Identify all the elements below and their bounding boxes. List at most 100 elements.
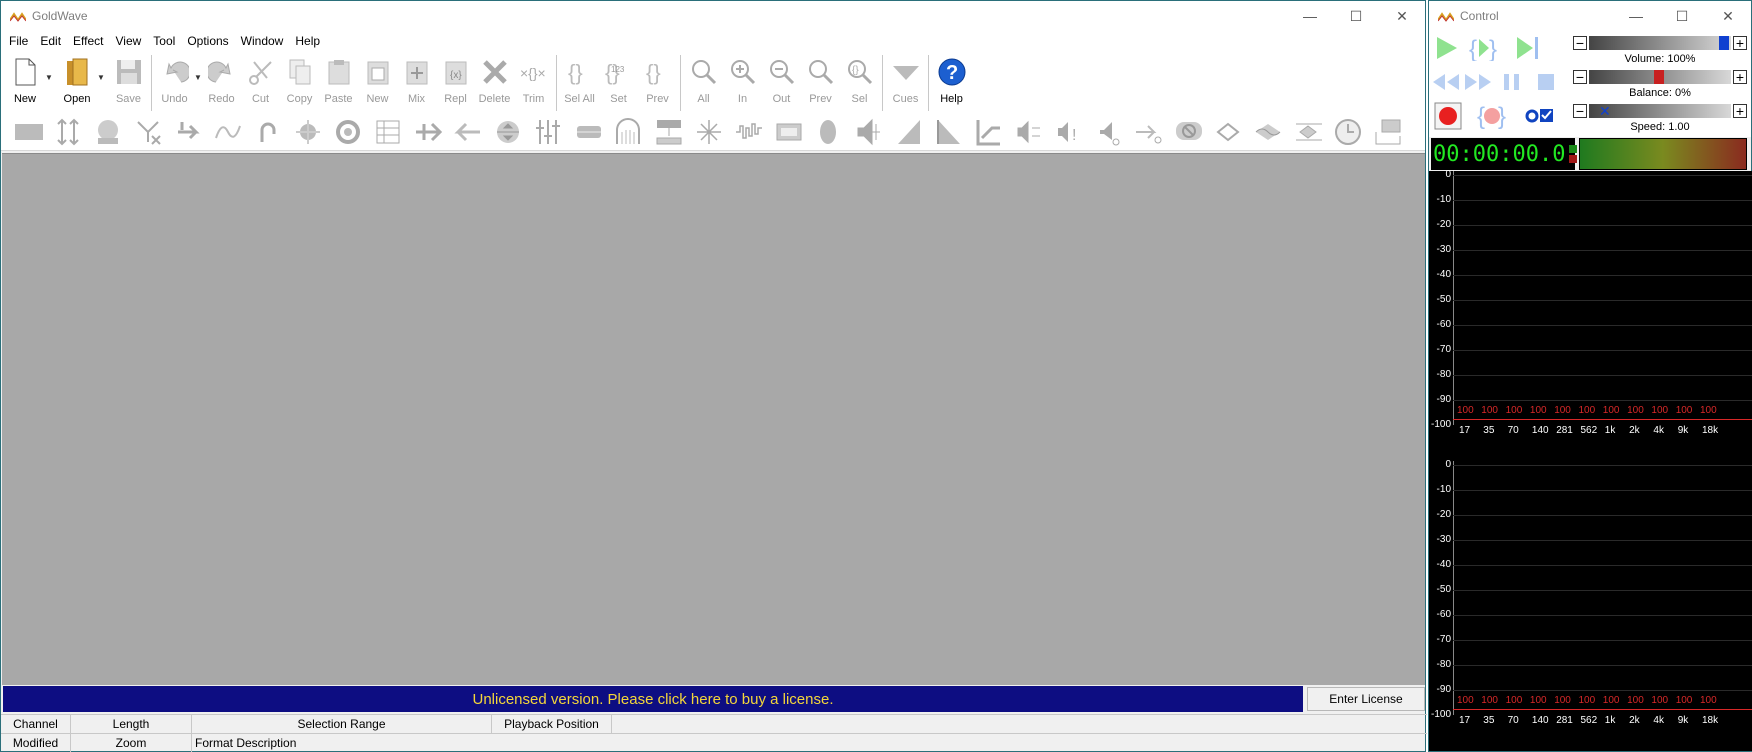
paste-new-button[interactable]: New — [358, 55, 397, 105]
minimize-button[interactable]: — — [1287, 1, 1333, 31]
cut-button[interactable]: Cut — [241, 55, 280, 105]
fast-forward-button[interactable] — [1463, 67, 1493, 97]
redo-button[interactable]: Redo — [202, 55, 241, 105]
undo-button[interactable]: Undo — [155, 55, 194, 105]
effect-27-icon[interactable]: ! — [1049, 115, 1089, 149]
select-all-button[interactable]: {} Sel All — [560, 55, 599, 105]
paste-button[interactable]: Paste — [319, 55, 358, 105]
effect-8-icon[interactable] — [289, 115, 329, 149]
effect-21-icon[interactable] — [809, 115, 849, 149]
play-button[interactable] — [1431, 33, 1461, 63]
effect-3-icon[interactable] — [89, 115, 129, 149]
balance-increase-button[interactable]: + — [1733, 70, 1747, 84]
effect-12-icon[interactable] — [449, 115, 489, 149]
trim-button[interactable]: ×{}× Trim — [514, 55, 553, 105]
stop-button[interactable] — [1531, 67, 1561, 97]
mix-button[interactable]: Mix — [397, 55, 436, 105]
enter-license-button[interactable]: Enter License — [1307, 687, 1425, 711]
effect-7-icon[interactable] — [249, 115, 289, 149]
speed-slider[interactable]: − ✕ + — [1573, 103, 1747, 119]
help-button[interactable]: ? Help — [932, 55, 971, 105]
save-button[interactable]: Save — [109, 55, 148, 105]
effect-26-icon[interactable] — [1009, 115, 1049, 149]
replace-button[interactable]: {x} Repl — [436, 55, 475, 105]
license-banner[interactable]: Unlicensed version. Please click here to… — [3, 686, 1303, 712]
effect-29-icon[interactable] — [1129, 115, 1169, 149]
volume-decrease-button[interactable]: − — [1573, 36, 1587, 50]
control-close-button[interactable]: ✕ — [1705, 1, 1751, 31]
effect-1-icon[interactable] — [9, 115, 49, 149]
play-to-end-button[interactable] — [1513, 33, 1543, 63]
control-titlebar[interactable]: Control — ☐ ✕ — [1429, 1, 1751, 31]
effect-13-icon[interactable] — [489, 115, 529, 149]
effect-17-icon[interactable] — [649, 115, 689, 149]
waveform-workspace[interactable] — [2, 153, 1425, 685]
effect-9-icon[interactable] — [329, 115, 369, 149]
control-maximize-button[interactable]: ☐ — [1659, 1, 1705, 31]
balance-thumb[interactable] — [1654, 70, 1664, 84]
zoom-all-button[interactable]: All — [684, 55, 723, 105]
volume-thumb[interactable] — [1719, 36, 1729, 50]
effect-32-icon[interactable] — [1249, 115, 1289, 149]
effect-22-icon[interactable] — [849, 115, 889, 149]
new-button[interactable]: New — [5, 55, 45, 105]
menu-tool[interactable]: Tool — [147, 34, 181, 48]
set-selection-button[interactable]: {} 123 Set — [599, 55, 638, 105]
speed-thumb[interactable]: ✕ — [1599, 104, 1611, 118]
menu-file[interactable]: File — [3, 34, 34, 48]
menu-help[interactable]: Help — [289, 34, 326, 48]
effect-23-icon[interactable] — [889, 115, 929, 149]
balance-slider[interactable]: − + — [1573, 69, 1747, 85]
play-selection-button[interactable]: {} — [1469, 33, 1499, 63]
effect-2-icon[interactable] — [49, 115, 89, 149]
delete-button[interactable]: Delete — [475, 55, 514, 105]
previous-selection-button[interactable]: {} Prev — [638, 55, 677, 105]
menu-effect[interactable]: Effect — [67, 34, 109, 48]
volume-increase-button[interactable]: + — [1733, 36, 1747, 50]
speed-decrease-button[interactable]: − — [1573, 104, 1587, 118]
balance-decrease-button[interactable]: − — [1573, 70, 1587, 84]
effect-10-icon[interactable] — [369, 115, 409, 149]
pause-button[interactable] — [1497, 67, 1527, 97]
new-dropdown-arrow-icon[interactable]: ▼ — [45, 55, 57, 82]
effect-5-icon[interactable] — [169, 115, 209, 149]
effect-11-icon[interactable] — [409, 115, 449, 149]
monitor-toggle[interactable] — [1525, 101, 1555, 131]
rewind-button[interactable] — [1431, 67, 1461, 97]
zoom-previous-button[interactable]: Prev — [801, 55, 840, 105]
zoom-selection-button[interactable]: {} Sel — [840, 55, 879, 105]
effect-6-icon[interactable] — [209, 115, 249, 149]
copy-button[interactable]: Copy — [280, 55, 319, 105]
speed-increase-button[interactable]: + — [1733, 104, 1747, 118]
record-selection-button[interactable]: {} — [1477, 101, 1507, 131]
menu-options[interactable]: Options — [181, 34, 234, 48]
effect-30-icon[interactable] — [1169, 115, 1209, 149]
effect-28-icon[interactable] — [1089, 115, 1129, 149]
effect-34-icon[interactable] — [1329, 115, 1369, 149]
effect-31-icon[interactable] — [1209, 115, 1249, 149]
effect-18-icon[interactable] — [689, 115, 729, 149]
effect-25-icon[interactable] — [969, 115, 1009, 149]
open-button[interactable]: Open — [57, 55, 97, 105]
control-minimize-button[interactable]: — — [1613, 1, 1659, 31]
maximize-button[interactable]: ☐ — [1333, 1, 1379, 31]
effect-20-icon[interactable] — [769, 115, 809, 149]
effect-16-icon[interactable] — [609, 115, 649, 149]
record-button[interactable] — [1433, 101, 1463, 131]
effect-33-icon[interactable] — [1289, 115, 1329, 149]
menu-window[interactable]: Window — [235, 34, 290, 48]
effect-35-icon[interactable] — [1369, 115, 1409, 149]
effect-14-icon[interactable] — [529, 115, 569, 149]
undo-dropdown-arrow-icon[interactable]: ▼ — [194, 55, 202, 82]
close-button[interactable]: ✕ — [1379, 1, 1425, 31]
menu-view[interactable]: View — [110, 34, 148, 48]
effect-19-icon[interactable] — [729, 115, 769, 149]
open-dropdown-arrow-icon[interactable]: ▼ — [97, 55, 109, 82]
cues-button[interactable]: Cues — [886, 55, 925, 105]
effect-15-icon[interactable] — [569, 115, 609, 149]
zoom-out-button[interactable]: Out — [762, 55, 801, 105]
menu-edit[interactable]: Edit — [34, 34, 67, 48]
main-titlebar[interactable]: GoldWave — ☐ ✕ — [1, 1, 1425, 31]
volume-slider[interactable]: − + — [1573, 35, 1747, 51]
effect-24-icon[interactable] — [929, 115, 969, 149]
